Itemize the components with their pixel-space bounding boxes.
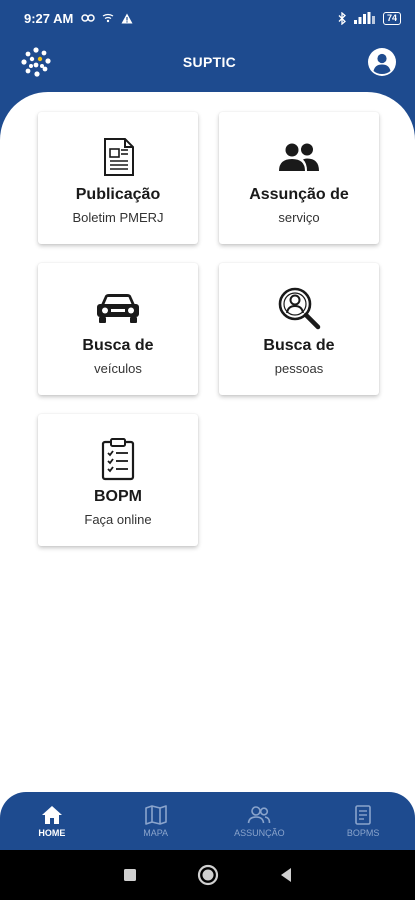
nav-home[interactable]: HOME [0,792,104,850]
warning-icon [121,13,133,23]
card-bopm[interactable]: BOPM Faça online [38,414,198,546]
card-title: Busca de [82,337,154,354]
back-icon[interactable] [279,867,293,883]
nav-label: HOME [38,827,66,838]
card-busca-veiculos[interactable]: Busca de veículos [38,263,198,395]
nav-label: MAPA [143,827,169,838]
nav-mapa[interactable]: MAPA [104,792,208,850]
system-nav-bar [0,850,415,900]
nav-label: ASSUNÇÃO [234,827,285,838]
people-outline-icon [248,805,271,823]
map-icon [144,804,167,825]
card-publicacao[interactable]: Publicação Boletim PMERJ [38,112,198,244]
signal-icon [353,12,375,24]
card-subtitle: pessoas [274,361,324,376]
status-time: 9:27 AM [24,10,74,26]
bluetooth-icon [338,11,346,25]
bottom-nav: HOME MAPA ASSUNÇÃO BOPMS [0,792,415,850]
document-icon [100,136,136,178]
people-icon [278,136,320,178]
dots-logo-icon[interactable] [20,46,52,78]
recents-icon[interactable] [123,868,137,882]
card-subtitle: veículos [94,361,142,376]
car-icon [95,287,141,329]
card-busca-pessoas[interactable]: Busca de pessoas [219,263,379,395]
person-search-icon [277,287,321,330]
main-content: Publicação Boletim PMERJ Assunção de ser… [0,92,415,792]
home-button-icon[interactable] [197,864,219,886]
card-subtitle: serviço [278,210,320,225]
wifi-off-icon [103,13,114,23]
battery-indicator: 74 [382,11,401,25]
home-icon [41,805,62,824]
nav-label: BOPMS [346,827,380,838]
nav-bopms[interactable]: BOPMS [311,792,415,850]
link-icon [81,14,96,22]
card-assuncao[interactable]: Assunção de serviço [219,112,379,244]
app-title: SUPTIC [182,54,237,70]
clipboard-checklist-icon [100,438,136,481]
card-title: BOPM [94,488,142,505]
nav-assuncao[interactable]: ASSUNÇÃO [208,792,312,850]
card-subtitle: Faça online [84,512,152,527]
account-circle-icon[interactable] [367,47,397,77]
card-title: Publicação [75,186,161,203]
card-title: Assunção de [249,186,349,203]
doc-outline-icon [355,804,371,825]
card-title: Busca de [263,337,335,354]
status-bar: 9:27 AM 74 [0,0,415,36]
card-subtitle: Boletim PMERJ [72,210,164,225]
